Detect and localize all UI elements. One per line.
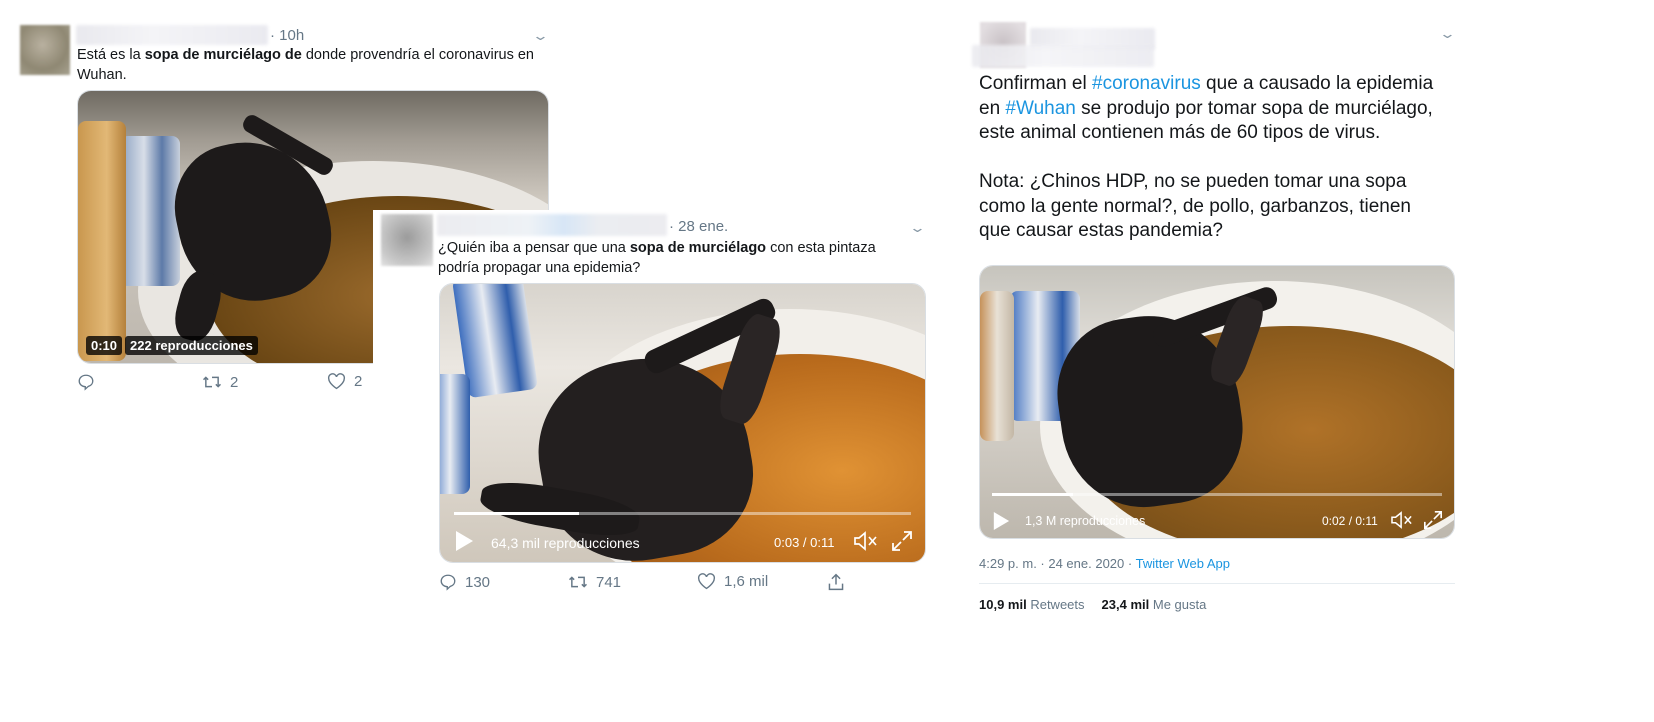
likes-stat[interactable]: 23,4 mil Me gusta (1102, 597, 1207, 612)
chevron-down-icon[interactable]: ⌄ (532, 28, 549, 44)
author-handle-redacted[interactable] (972, 45, 1154, 67)
tweet-text: ¿Quién iba a pensar que una sopa de murc… (438, 238, 918, 278)
hashtag-link[interactable]: #Wuhan (1005, 98, 1075, 119)
reply-icon (439, 573, 457, 591)
retweets-count: 10,9 mil (979, 597, 1027, 612)
video-views: 1,3 M reproducciones (1025, 514, 1146, 528)
tweet-line: Nota: ¿Chinos HDP, no se pueden tomar un… (979, 171, 1407, 192)
video-time: 0:02 / 0:11 (1322, 514, 1378, 528)
retweets-stat[interactable]: 10,9 mil Retweets (979, 597, 1085, 612)
avatar[interactable] (20, 25, 70, 75)
likes-label: Me gusta (1152, 597, 1207, 612)
tweet-timestamp: 4:29 p. m. · 24 ene. 2020 · Twitter Web … (979, 556, 1230, 571)
tweet-line: como la gente normal?, de pollo, garbanz… (979, 195, 1411, 217)
tweet-text-plain: que a causado la epidemia (1200, 73, 1434, 94)
retweet-count: 741 (596, 573, 622, 591)
retweets-label: Retweets (1030, 597, 1085, 612)
video-frame (440, 284, 925, 562)
like-button[interactable]: 1,6 mil (697, 573, 768, 590)
video-progress-fill (992, 493, 1073, 496)
retweet-count: 2 (230, 373, 239, 391)
retweet-button[interactable]: 2 (202, 373, 238, 391)
fullscreen-icon[interactable] (1423, 510, 1443, 530)
tweet-text-bold: sopa de murciélago (629, 240, 767, 256)
tweet-line: que causar estas pandemia? (979, 220, 1223, 241)
tweet-time[interactable]: · 10h (270, 27, 304, 44)
tweet-text: Está es la sopa de murciélago de donde p… (77, 45, 552, 85)
tweet-text-plain: ¿Quién iba a pensar que una (438, 240, 630, 256)
mute-icon[interactable] (1390, 510, 1414, 530)
share-icon (827, 573, 845, 591)
share-button[interactable] (827, 573, 845, 591)
tweet-text-bold: sopa de murciélago de (144, 47, 302, 63)
author-name-redacted[interactable] (437, 214, 667, 236)
video-duration: 0:10 (86, 336, 123, 355)
reply-icon (77, 373, 95, 391)
like-button[interactable]: 2 (327, 373, 362, 390)
source-link[interactable]: Twitter Web App (1136, 556, 1230, 571)
video-views: 222 reproducciones (125, 336, 258, 355)
engagement-stats: 10,9 mil Retweets 23,4 mil Me gusta (979, 597, 1206, 612)
divider (979, 583, 1455, 584)
chevron-down-icon[interactable]: ⌄ (1439, 26, 1456, 42)
retweet-button[interactable]: 741 (568, 573, 621, 591)
retweet-icon (568, 573, 588, 591)
fullscreen-icon[interactable] (891, 530, 913, 552)
video-progress-fill (454, 512, 579, 515)
heart-icon (697, 573, 716, 590)
author-name-redacted[interactable] (76, 25, 268, 45)
play-icon[interactable] (454, 530, 474, 552)
tweet-text-plain: Está es la (77, 47, 145, 63)
play-icon[interactable] (992, 511, 1010, 531)
tweet-text-plain: Confirman el (979, 73, 1092, 94)
avatar[interactable] (381, 214, 433, 266)
video-player[interactable]: 64,3 mil reproducciones 0:03 / 0:11 (439, 283, 926, 563)
tweet-time[interactable]: · 28 ene. (669, 218, 728, 235)
reply-button[interactable]: 130 (439, 573, 490, 591)
video-duration-badge: 0:10 222 reproducciones (86, 336, 258, 355)
chevron-down-icon[interactable]: ⌄ (909, 220, 926, 236)
video-frame (980, 266, 1454, 538)
video-time: 0:03 / 0:11 (774, 535, 835, 550)
like-count: 2 (354, 373, 363, 390)
mute-icon[interactable] (853, 530, 879, 552)
video-views: 64,3 mil reproducciones (491, 535, 640, 551)
tweet-line: en #Wuhan se produjo por tomar sopa de m… (979, 97, 1459, 122)
tweet-line: este animal contienen más de 60 tipos de… (979, 122, 1381, 143)
heart-icon (327, 373, 346, 390)
tweet-text-plain: se produjo por tomar sopa de murciélago, (1075, 97, 1433, 119)
likes-count: 23,4 mil (1101, 597, 1150, 612)
tweet-text: Confirman el #coronavirus que a causado … (979, 72, 1459, 244)
video-player[interactable]: 1,3 M reproducciones 0:02 / 0:11 (979, 265, 1455, 539)
timestamp-text[interactable]: 4:29 p. m. · 24 ene. 2020 · (979, 556, 1136, 571)
tweet-line: Confirman el #coronavirus que a causado … (979, 72, 1459, 97)
tweet-text-plain: en (979, 97, 1006, 119)
like-count: 1,6 mil (724, 573, 769, 590)
reply-button[interactable] (77, 373, 95, 391)
reply-count: 130 (465, 573, 491, 591)
retweet-icon (202, 373, 222, 391)
hashtag-link[interactable]: #coronavirus (1092, 73, 1201, 94)
